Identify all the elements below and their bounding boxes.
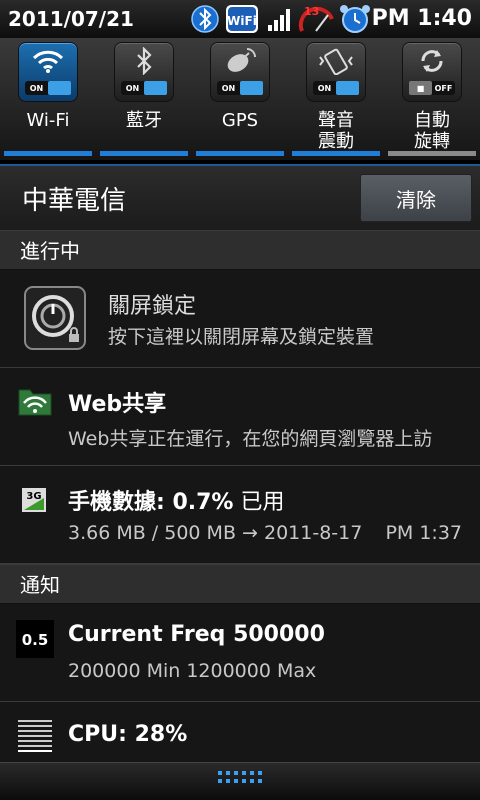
toggle-sound-vibrate[interactable]: ON ■ 聲音 震動: [292, 42, 380, 160]
status-date: 2011/07/21: [8, 7, 134, 31]
toggle-gps-label: GPS: [221, 110, 259, 131]
toggle-rotate-indicator: [388, 151, 476, 156]
cpu-freq-title: Current Freq 500000: [68, 622, 325, 647]
toggle-rotate-button[interactable]: ■ OFF: [402, 42, 462, 102]
svg-text:3G: 3G: [26, 491, 41, 502]
section-ongoing-header: 進行中: [0, 230, 480, 270]
quick-settings-panel: ON ■ Wi-Fi ON ■ 藍牙 ON ■ GPS ON ■ 聲音 震動 ■…: [0, 38, 480, 160]
mobile-data-title: 手機數據: 0.7% 已用: [68, 490, 285, 515]
toggle-sound-indicator: [292, 151, 380, 156]
toggle-wifi-button[interactable]: ON ■: [18, 42, 78, 102]
svg-text:WiFi: WiFi: [227, 14, 257, 28]
status-time: PM 1:40: [371, 6, 472, 31]
bluetooth-icon: [133, 46, 155, 79]
toggle-wifi-label: Wi-Fi: [26, 110, 70, 131]
toggle-wifi[interactable]: ON ■ Wi-Fi: [4, 42, 92, 160]
toggle-sound-switch: ON ■: [313, 81, 359, 95]
toggle-gps-indicator: [196, 151, 284, 156]
section-notifications-header: 通知: [0, 564, 480, 604]
mobile-data-time: PM 1:37: [385, 522, 462, 544]
notification-cpu-usage[interactable]: CPU: 28%: [0, 702, 480, 764]
notification-cpu-freq[interactable]: 0.5 Current Freq 500000 200000 Min 12000…: [0, 604, 480, 702]
toggle-wifi-switch: ON ■: [25, 81, 71, 95]
carrier-bar: 中華電信 清除: [0, 164, 480, 230]
alarm-icon: [338, 3, 372, 35]
carrier-name: 中華電信: [22, 186, 127, 216]
cpu-freq-subtitle: 200000 Min 1200000 Max: [68, 660, 317, 682]
notification-mobile-data[interactable]: 3G 手機數據: 0.7% 已用 3.66 MB / 500 MB → 2011…: [0, 466, 480, 564]
toggle-rotate-label: 自動 旋轉: [414, 110, 450, 152]
satellite-icon: [223, 47, 257, 79]
svg-text:0.5: 0.5: [22, 631, 49, 649]
screen-lock-title: 關屏鎖定: [108, 294, 197, 319]
battery-gauge-icon: 13: [298, 3, 336, 35]
wifi-icon: WiFi: [224, 3, 260, 35]
toggle-gps-button[interactable]: ON ■: [210, 42, 270, 102]
power-lock-icon: [24, 286, 86, 354]
grip-dots-icon: [218, 771, 262, 783]
toggle-sound-label: 聲音 震動: [318, 110, 354, 152]
toggle-gps-switch: ON ■: [217, 81, 263, 95]
web-share-subtitle: Web共享正在運行，在您的網頁瀏覽器上訪: [68, 428, 433, 450]
web-share-title: Web共享: [68, 392, 167, 417]
bluetooth-icon: [190, 3, 220, 35]
screen-lock-subtitle: 按下這裡以關閉屏幕及鎖定裝置: [108, 326, 375, 348]
clear-button[interactable]: 清除: [360, 174, 472, 222]
rotate-icon: [417, 47, 447, 79]
toggle-bluetooth-indicator: [100, 151, 188, 156]
status-bar: 2011/07/21 WiFi 13 PM 1:40: [0, 0, 480, 38]
freq-badge-icon: 0.5: [16, 620, 54, 662]
toggle-rotate-switch: ■ OFF: [409, 81, 455, 95]
cpu-usage-title: CPU: 28%: [68, 722, 188, 747]
toggle-sound-button[interactable]: ON ■: [306, 42, 366, 102]
notification-screen-lock[interactable]: 關屏鎖定 按下這裡以關閉屏幕及鎖定裝置: [0, 270, 480, 368]
notification-web-share[interactable]: Web共享 Web共享正在運行，在您的網頁瀏覽器上訪: [0, 368, 480, 466]
vibrate-icon: [316, 47, 356, 79]
toggle-bluetooth-switch: ON ■: [121, 81, 167, 95]
toggle-gps[interactable]: ON ■ GPS: [196, 42, 284, 160]
signal-icon: [266, 3, 294, 35]
toggle-bluetooth[interactable]: ON ■ 藍牙: [100, 42, 188, 160]
battery-level-text: 13: [304, 5, 319, 18]
cpu-bars-icon: [18, 718, 52, 756]
wifi-icon: [31, 48, 65, 78]
3g-data-icon: 3G: [22, 488, 46, 516]
toggle-bluetooth-button[interactable]: ON ■: [114, 42, 174, 102]
mobile-data-usage: 3.66 MB / 500 MB → 2011-8-17: [68, 522, 363, 544]
toggle-bluetooth-label: 藍牙: [126, 110, 162, 131]
drag-handle[interactable]: [0, 762, 480, 800]
toggle-auto-rotate[interactable]: ■ OFF 自動 旋轉: [388, 42, 476, 160]
toggle-wifi-indicator: [4, 151, 92, 156]
web-share-icon: [18, 386, 52, 420]
